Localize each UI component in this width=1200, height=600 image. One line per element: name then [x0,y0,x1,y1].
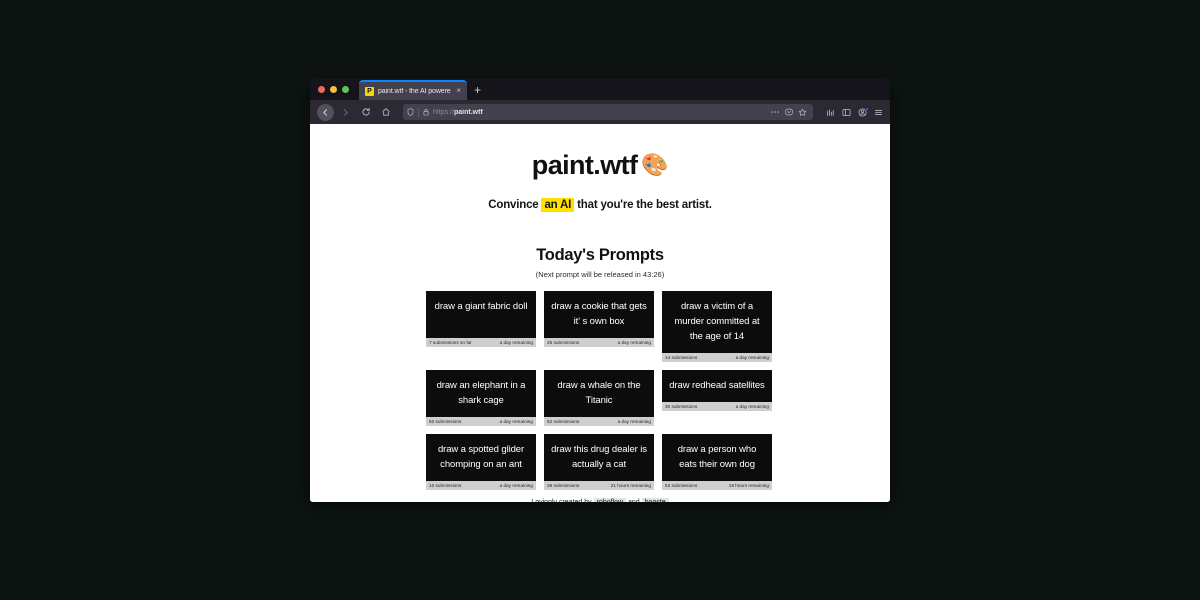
prompt-meta: 25 submissions a day remaining [544,338,654,348]
prompt-card[interactable]: draw a cookie that gets it' s own box 25… [544,291,654,348]
prompt-row: draw an elephant in a shark cage 50 subm… [426,370,774,427]
tagline-highlight: an AI [541,198,575,212]
section-subtitle: (Next prompt will be released in 43:26) [535,270,665,279]
maximize-window-button[interactable] [342,85,349,93]
account-notification-badge [865,106,869,111]
account-icon[interactable] [858,106,869,117]
sidebar-icon[interactable] [842,108,851,117]
prompt-row: draw a giant fabric doll 7 submissions s… [426,291,774,363]
submission-count: 38 submissions [547,483,580,489]
time-remaining: a day remaining [735,355,769,360]
prompt-card[interactable]: draw redhead satellites 30 submissions a… [662,370,772,412]
tagline-before: Convince [488,199,539,211]
page-footer: Lovingly created by roboflow and booste [310,490,890,502]
url-scheme: https:// [433,108,455,116]
url-bar-actions [770,108,809,117]
url-host: paint.wtf [454,108,483,116]
prompt-meta: 38 submissions 21 hours remaining [544,481,654,491]
prompt-card[interactable]: draw a person who eats their own dog 53 … [662,434,772,491]
page-actions-ellipsis-icon[interactable] [770,110,780,114]
close-window-button[interactable] [318,85,325,93]
tagline: Convince an AI that you're the best arti… [310,198,890,212]
navigation-toolbar: https://paint.wtf [310,100,890,124]
url-text[interactable]: https://paint.wtf [433,109,766,116]
page-title: paint.wtf 🎨 [310,150,890,181]
prompt-grid: draw a giant fabric doll 7 submissions s… [426,291,774,491]
forward-arrow-icon[interactable] [337,104,354,121]
prompt-card[interactable]: draw a giant fabric doll 7 submissions s… [426,291,536,348]
reload-arrow-icon[interactable] [357,104,374,121]
roboflow-link[interactable]: roboflow [593,498,627,502]
window-traffic-lights [318,78,359,100]
page-viewport: paint.wtf 🎨 Convince an AI that you're th… [310,124,890,502]
prompt-text: draw this drug dealer is actually a cat [551,444,647,471]
bookmark-star-icon[interactable] [798,108,807,117]
submission-count: 25 submissions [547,340,580,345]
time-remaining: 21 hours remaining [610,483,651,489]
time-remaining: a day remaining [617,340,651,345]
page-content: paint.wtf 🎨 Convince an AI that you're th… [310,124,890,491]
time-remaining: 19 hours remaining [728,483,769,489]
new-tab-button[interactable]: + [467,80,488,100]
prompt-meta: 10 submissions a day remaining [426,481,536,491]
submission-count: 62 submissions [547,419,580,425]
url-divider [418,107,419,117]
tagline-after: that you're the best artist. [577,199,712,211]
prompt-row: draw a spotted glider chomping on an ant… [426,434,774,491]
prompt-text: draw a giant fabric doll [434,301,528,312]
library-icon[interactable] [826,108,835,117]
submission-count: 50 submissions [429,419,462,425]
prompt-meta: 53 submissions 19 hours remaining [662,481,772,491]
prompt-text: draw a person who eats their own dog [677,444,757,471]
prompt-meta: 14 submissions a day remaining [662,353,772,363]
menu-hamburger-icon[interactable] [874,108,883,117]
prompt-meta: 62 submissions a day remaining [544,417,654,427]
browser-window: P paint.wtf - the AI powered draw × + [310,78,890,502]
prompt-text: draw a cookie that gets it' s own box [551,301,647,327]
desktop: P paint.wtf - the AI powered draw × + [0,0,1200,600]
submission-count: 7 submissions so far [429,340,472,345]
prompt-card[interactable]: draw an elephant in a shark cage 50 subm… [426,370,536,427]
site-title-text: paint.wtf [531,150,638,180]
section-title: Today's Prompts [536,246,664,264]
palette-icon: 🎨 [641,152,669,177]
prompt-text: draw a spotted glider chomping on an ant [437,444,525,471]
time-remaining: a day remaining [499,419,533,425]
time-remaining: a day remaining [499,340,533,345]
tab-title: paint.wtf - the AI powered draw [378,87,451,95]
prompt-card[interactable]: draw a spotted glider chomping on an ant… [426,434,536,491]
back-arrow-icon[interactable] [317,103,334,121]
submission-count: 14 submissions [665,355,698,360]
footer-before-text: Lovingly created by [531,499,591,502]
prompt-meta: 7 submissions so far a day remaining [426,338,536,348]
favicon-icon: P [365,86,374,96]
minimize-window-button[interactable] [330,85,337,93]
tab-strip: P paint.wtf - the AI powered draw × + [310,78,890,100]
toolbar-right-actions [822,106,883,117]
submission-count: 10 submissions [429,483,462,489]
prompt-text: draw redhead satellites [669,380,765,392]
url-bar[interactable]: https://paint.wtf [403,104,813,120]
submission-count: 53 submissions [665,483,698,489]
lock-icon[interactable] [423,108,429,116]
close-tab-icon[interactable]: × [455,87,462,95]
home-house-icon[interactable] [377,104,394,121]
pocket-icon[interactable] [785,108,793,116]
browser-tab[interactable]: P paint.wtf - the AI powered draw × [359,80,467,100]
time-remaining: a day remaining [499,483,533,489]
prompt-text: draw an elephant in a shark cage [436,380,526,407]
prompt-meta: 50 submissions a day remaining [426,417,536,427]
prompt-card[interactable]: draw a whale on the Titanic 62 submissio… [544,370,654,427]
prompt-meta: 30 submissions a day remaining [662,402,772,412]
prompt-card[interactable]: draw a victim of a murder committed at t… [662,291,772,363]
footer-mid-text: and [628,499,640,502]
time-remaining: a day remaining [617,419,651,425]
shield-icon[interactable] [407,108,414,116]
prompt-text: draw a whale on the Titanic [557,380,641,407]
prompt-card[interactable]: draw this drug dealer is actually a cat … [544,434,654,491]
submission-count: 30 submissions [665,404,698,410]
time-remaining: a day remaining [735,404,769,410]
prompt-text: draw a victim of a murder committed at t… [674,301,760,342]
booste-link[interactable]: booste [641,498,669,502]
